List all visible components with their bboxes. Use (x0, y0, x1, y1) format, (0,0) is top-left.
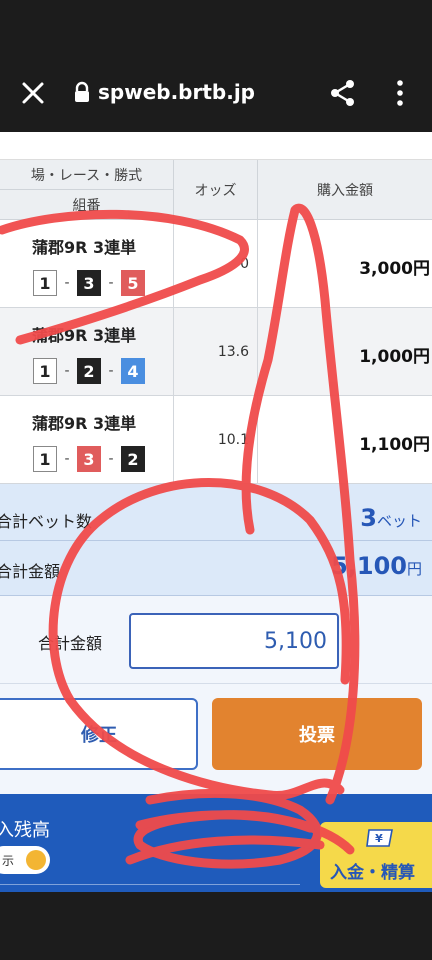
more-vert-icon[interactable] (394, 78, 406, 108)
total-amount-label: 合計金額 (0, 562, 61, 581)
total-bets-number: 3 (360, 504, 377, 532)
separator: - (64, 451, 70, 467)
race-name: 蒲郡9R 3連単 (32, 238, 137, 257)
combination: 1 - 3 - 2 (33, 446, 145, 472)
boat-number: 4 (121, 358, 145, 384)
close-icon[interactable] (18, 78, 48, 108)
display-toggle[interactable]: 示 (0, 846, 50, 874)
yen-symbol: ¥ (375, 832, 383, 845)
separator: - (108, 275, 114, 291)
separator: - (64, 363, 70, 379)
toggle-knob (26, 850, 46, 870)
boat-number: 1 (33, 358, 57, 384)
odds-cell: 13.6 (174, 308, 258, 396)
boat-number: 3 (77, 270, 101, 296)
total-bets-label: 合計ベット数 (0, 512, 93, 531)
race-cell: 蒲郡9R 3連単 1 - 3 - 5 (0, 220, 174, 308)
odds-value: 13.6 (217, 344, 249, 360)
action-buttons: 修正 投票 (0, 684, 432, 794)
boat-number: 2 (77, 358, 101, 384)
table-row[interactable]: 蒲郡9R 3連単 1 - 3 - 5 0 3,000円 (0, 220, 432, 308)
vote-button[interactable]: 投票 (212, 698, 422, 770)
bottom-bar (0, 892, 432, 960)
odds-value: 10.1 (217, 432, 249, 448)
divider (0, 540, 432, 541)
separator: - (64, 275, 70, 291)
odds-cell: 10.1 (174, 396, 258, 484)
lock-icon (75, 81, 89, 102)
confirm-amount-label: 合計金額 (38, 634, 103, 653)
header-amount: 購入金額 (317, 183, 373, 199)
deposit-button[interactable]: ¥ 入金・精算 (320, 822, 432, 888)
total-bets-unit: ベット (376, 512, 422, 530)
total-amount-unit: 円 (406, 560, 422, 578)
boat-number: 2 (121, 446, 145, 472)
edit-button[interactable]: 修正 (0, 698, 198, 770)
table-header: 場・レース・勝式 組番 オッズ 購入金額 (0, 160, 432, 220)
amount-value: 3,000円 (359, 259, 430, 279)
header-combination: 組番 (0, 190, 174, 220)
share-icon[interactable] (328, 78, 358, 108)
boat-number: 3 (77, 446, 101, 472)
yen-card-icon: ¥ (366, 829, 393, 847)
divider (0, 884, 300, 885)
toggle-label: 示 (2, 853, 15, 868)
boat-number: 5 (121, 270, 145, 296)
total-amount-number: 5,100 (331, 552, 407, 580)
browser-toolbar: spweb.brtb.jp (0, 0, 432, 132)
total-bets-value: 3ベット (360, 504, 422, 532)
odds-cell: 0 (174, 220, 258, 308)
balance-footer: 入残高 示 ¥ 入金・精算 (0, 794, 432, 892)
deposit-label: 入金・精算 (330, 863, 415, 883)
combination: 1 - 2 - 4 (33, 358, 145, 384)
table-row[interactable]: 蒲郡9R 3連単 1 - 3 - 2 10.1 1,100円 (0, 396, 432, 484)
separator: - (108, 363, 114, 379)
confirm-amount-input[interactable]: 5,100 (129, 613, 339, 669)
header-odds: オッズ (174, 160, 258, 220)
boat-number: 1 (33, 446, 57, 472)
race-name: 蒲郡9R 3連単 (32, 326, 137, 345)
boat-number: 1 (33, 270, 57, 296)
amount-value: 1,100円 (359, 435, 430, 455)
separator: - (108, 451, 114, 467)
bet-summary: 合計ベット数 3ベット 合計金額 5,100円 (0, 484, 432, 596)
header-race-type: 場・レース・勝式 (0, 160, 174, 190)
url-bar[interactable]: spweb.brtb.jp (74, 80, 255, 104)
odds-value: 0 (240, 256, 249, 272)
balance-label: 入残高 (0, 820, 50, 841)
table-row[interactable]: 蒲郡9R 3連単 1 - 2 - 4 13.6 1,000円 (0, 308, 432, 396)
race-cell: 蒲郡9R 3連単 1 - 3 - 2 (0, 396, 174, 484)
combination: 1 - 3 - 5 (33, 270, 145, 296)
total-amount-confirm: 合計金額 5,100 (0, 596, 432, 684)
web-page: 場・レース・勝式 組番 オッズ 購入金額 蒲郡9R 3連単 1 - 3 - 5 … (0, 132, 432, 892)
amount-value: 1,000円 (359, 347, 430, 367)
race-name: 蒲郡9R 3連単 (32, 414, 137, 433)
race-cell: 蒲郡9R 3連単 1 - 2 - 4 (0, 308, 174, 396)
url-text: spweb.brtb.jp (98, 80, 256, 104)
total-amount-value: 5,100円 (331, 552, 422, 580)
page-top-strip (0, 132, 432, 160)
